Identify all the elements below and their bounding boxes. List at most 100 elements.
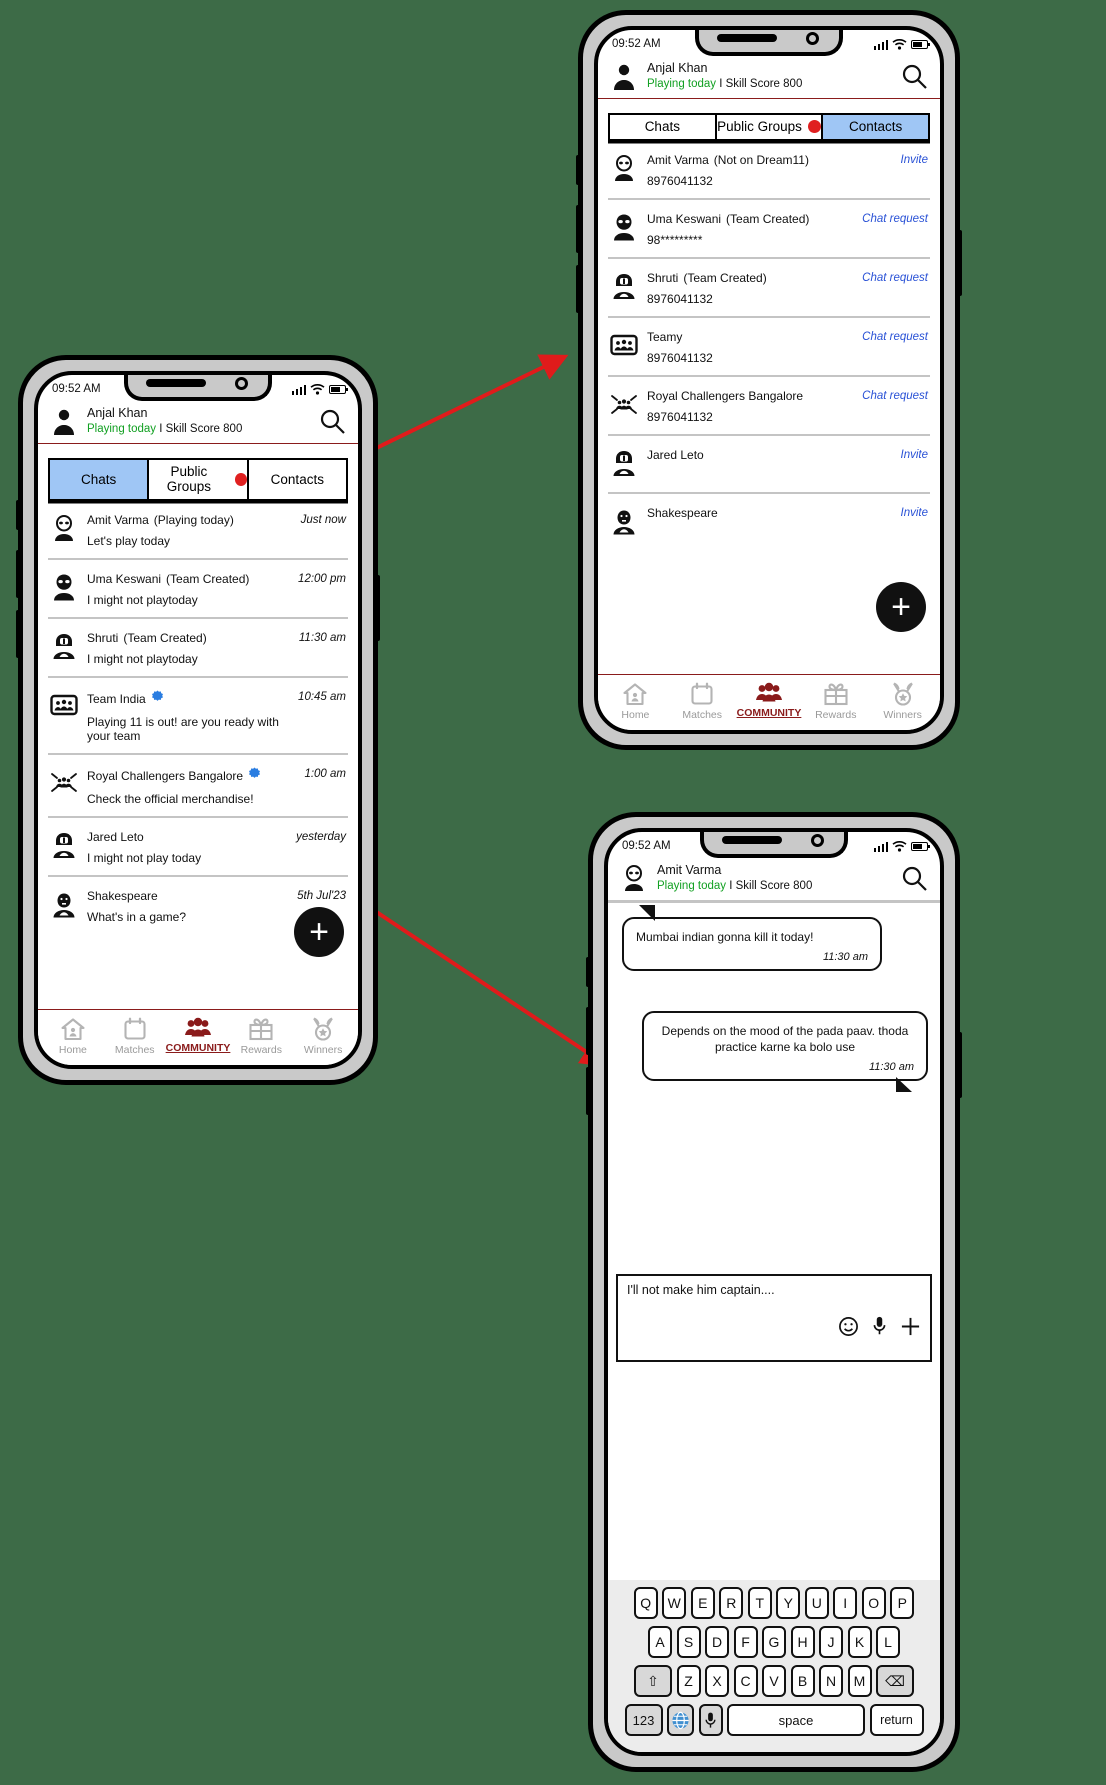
new-chat-fab[interactable]: + <box>876 582 926 632</box>
chat-list-item[interactable]: Royal Challengers Bangalore Check the off… <box>48 755 348 819</box>
contact-list-item[interactable]: Shakespeare Invite <box>608 494 930 550</box>
unread-badge-dot <box>807 120 821 134</box>
plus-icon[interactable] <box>900 1316 921 1337</box>
chat-name: Team India <box>87 692 146 707</box>
contact-action-link[interactable]: Chat request <box>862 331 928 343</box>
space-key[interactable]: space <box>727 1704 865 1736</box>
contact-list-item[interactable]: Amit Varma (Not on Dream11) 8976041132 Invi… <box>608 141 930 201</box>
nav-item-matches[interactable]: Matches <box>669 682 736 721</box>
key-X[interactable]: X <box>705 1665 729 1697</box>
tab-chats[interactable]: Chats <box>610 115 717 140</box>
nav-item-winners[interactable]: Winners <box>869 682 936 721</box>
globe-key[interactable] <box>667 1704 694 1736</box>
tab-contacts[interactable]: Contacts <box>248 460 346 500</box>
helmet-avatar <box>50 830 78 864</box>
speaker-grille <box>717 34 777 42</box>
new-chat-fab[interactable]: + <box>294 907 344 957</box>
key-C[interactable]: C <box>733 1665 758 1697</box>
chat-header: Amit Varma Playing today I Skill Score 8… <box>608 858 940 900</box>
key-E[interactable]: E <box>690 1587 715 1619</box>
key-J[interactable]: J <box>819 1626 843 1658</box>
contact-list-item[interactable]: Shruti (Team Created) 8976041132 Chat reque… <box>608 259 930 319</box>
contact-list-item[interactable]: Uma Keswani (Team Created) 98********* Chat… <box>608 200 930 260</box>
backspace-key[interactable]: ⌫ <box>876 1665 914 1697</box>
nav-item-winners[interactable]: Winners <box>292 1017 354 1056</box>
key-A[interactable]: A <box>648 1626 672 1658</box>
tab-public-groups[interactable]: Public Groups <box>716 115 824 140</box>
nav-item-home[interactable]: Home <box>42 1017 104 1056</box>
chat-name: Shakespeare <box>87 889 158 904</box>
chat-timestamp: yesterday <box>296 831 346 844</box>
key-Z[interactable]: Z <box>676 1665 701 1697</box>
search-icon[interactable] <box>900 62 928 90</box>
nav-item-rewards[interactable]: Rewards <box>802 682 869 721</box>
alien-outline-avatar <box>610 153 638 187</box>
key-K[interactable]: K <box>847 1626 872 1658</box>
key-S[interactable]: S <box>676 1626 701 1658</box>
key-U[interactable]: U <box>804 1587 829 1619</box>
chat-list-item[interactable]: Uma Keswani (Team Created) I might not pla… <box>48 560 348 620</box>
key-Q[interactable]: Q <box>633 1587 658 1619</box>
keyboard-row-4: 123 space return <box>613 1704 935 1736</box>
contact-action-link[interactable]: Chat request <box>862 390 928 402</box>
return-key[interactable]: return <box>869 1704 924 1736</box>
search-icon[interactable] <box>900 864 928 892</box>
phone2-side-button-left-2 <box>576 205 581 253</box>
contact-list-item[interactable]: Royal Challengers Bangalore 8976041132 Cha… <box>608 377 930 437</box>
shift-key[interactable]: ⇧ <box>634 1665 672 1697</box>
mic-icon[interactable] <box>872 1315 887 1337</box>
key-O[interactable]: O <box>861 1587 886 1619</box>
key-L[interactable]: L <box>876 1626 900 1658</box>
contact-action-link[interactable]: Invite <box>901 507 929 519</box>
chat-name: Amit Varma <box>87 513 149 528</box>
contact-phone: 8976041132 <box>647 292 713 307</box>
nav-label: Matches <box>682 709 723 721</box>
phone2-notch <box>695 30 843 56</box>
message-composer[interactable]: I'll not make him captain.... <box>616 1274 932 1362</box>
chat-list-item[interactable]: Jared Leto I might not play today yesterda… <box>48 818 348 878</box>
key-P[interactable]: P <box>890 1587 915 1619</box>
nav-item-home[interactable]: Home <box>602 682 669 721</box>
key-R[interactable]: R <box>719 1587 744 1619</box>
phone3-notch <box>700 832 848 858</box>
battery-icon <box>911 39 930 49</box>
key-Y[interactable]: Y <box>776 1587 801 1619</box>
tab-contacts[interactable]: Contacts <box>823 115 929 140</box>
key-V[interactable]: V <box>762 1665 786 1697</box>
nav-label: Rewards <box>240 1044 282 1056</box>
key-W[interactable]: W <box>662 1587 687 1619</box>
emoji-icon[interactable] <box>838 1316 859 1337</box>
nav-item-community[interactable]: COMMUNITY <box>736 682 803 721</box>
mic-key[interactable] <box>698 1704 723 1736</box>
key-I[interactable]: I <box>833 1587 858 1619</box>
chat-list-item[interactable]: Shruti (Team Created) I might not playtoda… <box>48 619 348 679</box>
key-N[interactable]: N <box>819 1665 843 1697</box>
nav-item-community[interactable]: COMMUNITY <box>166 1017 230 1056</box>
contact-action-link[interactable]: Invite <box>901 449 929 461</box>
bubble-tail <box>630 904 655 921</box>
key-M[interactable]: M <box>847 1665 872 1697</box>
tab-public-groups[interactable]: Public Groups <box>149 460 249 500</box>
chat-list-item[interactable]: Team India Playing 11 is out! are you rea… <box>48 678 348 756</box>
nav-label: Home <box>58 1044 87 1056</box>
contact-list-item[interactable]: Teamy 8976041132 Chat request <box>608 318 930 378</box>
key-F[interactable]: F <box>733 1626 758 1658</box>
nav-item-matches[interactable]: Matches <box>104 1017 166 1056</box>
key-B[interactable]: B <box>790 1665 815 1697</box>
key-H[interactable]: H <box>790 1626 815 1658</box>
key-T[interactable]: T <box>747 1587 772 1619</box>
tab-chats[interactable]: Chats <box>50 460 150 500</box>
numeric-key[interactable]: 123 <box>624 1704 663 1736</box>
contact-action-link[interactable]: Chat request <box>862 213 928 225</box>
key-G[interactable]: G <box>762 1626 786 1658</box>
key-D[interactable]: D <box>705 1626 729 1658</box>
chat-contact-status: Playing today I Skill Score 800 <box>657 879 891 894</box>
contact-list-item[interactable]: Jared Leto Invite <box>608 436 930 495</box>
search-icon[interactable] <box>318 407 346 435</box>
nav-label: Winners <box>303 1044 343 1056</box>
contact-action-link[interactable]: Chat request <box>862 272 928 284</box>
header-user-status: Playing today I Skill Score 800 <box>87 422 309 437</box>
nav-item-rewards[interactable]: Rewards <box>230 1017 292 1056</box>
contact-action-link[interactable]: Invite <box>901 154 929 166</box>
chat-list-item[interactable]: Amit Varma (Playing today) Let's play toda… <box>48 501 348 561</box>
